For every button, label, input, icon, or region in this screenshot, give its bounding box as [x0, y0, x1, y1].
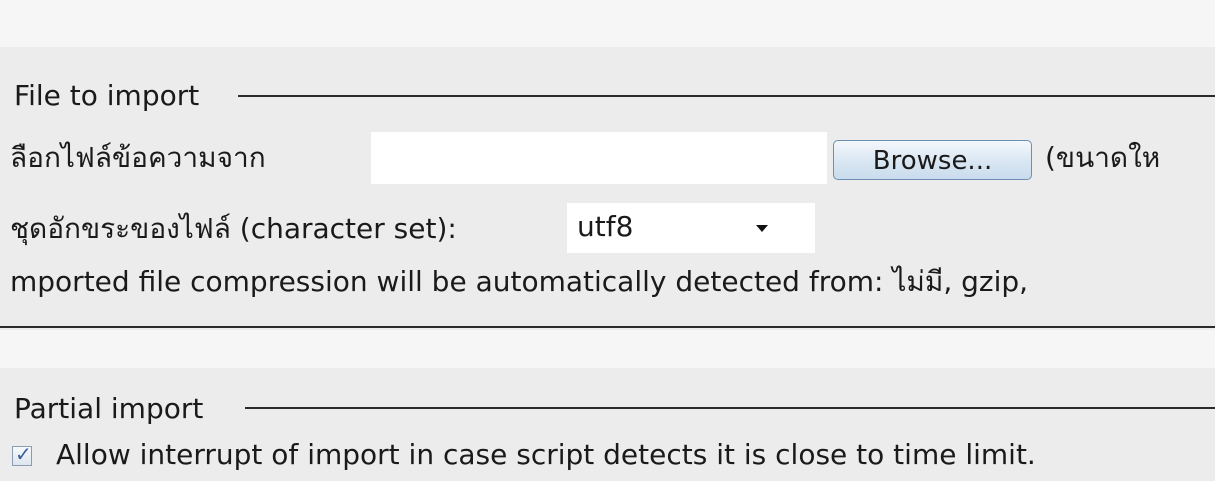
fieldset-legend-partial-import: Partial import — [14, 392, 204, 425]
max-size-note: (ขนาดให — [1045, 141, 1161, 174]
checkmark-icon: ✓ — [15, 442, 32, 466]
allow-interrupt-checkbox[interactable]: ✓ — [12, 442, 32, 466]
fieldset-legend-file-to-import: File to import — [14, 79, 200, 112]
charset-select[interactable]: utf8 — [567, 203, 815, 253]
fieldset-legend-rule — [238, 95, 1215, 97]
fieldset-bottom-border — [0, 326, 1215, 328]
charset-selected-value: utf8 — [577, 210, 634, 243]
allow-interrupt-label[interactable]: Allow interrupt of import in case script… — [56, 438, 1036, 472]
section-gap-band — [0, 330, 1215, 368]
compression-note: mported file compression will be automat… — [10, 265, 1029, 298]
fieldset-legend-rule — [245, 407, 1215, 409]
top-band — [0, 0, 1215, 47]
browse-label: ลือกไฟล์ข้อความจาก — [10, 141, 266, 174]
chevron-down-icon — [756, 225, 768, 232]
file-path-input[interactable] — [371, 132, 827, 184]
browse-button[interactable]: Browse... — [833, 140, 1032, 180]
charset-label: ชุดอักขระของไฟล์ (character set): — [10, 212, 457, 245]
import-page: File to import ลือกไฟล์ข้อความจาก Browse… — [0, 0, 1215, 481]
